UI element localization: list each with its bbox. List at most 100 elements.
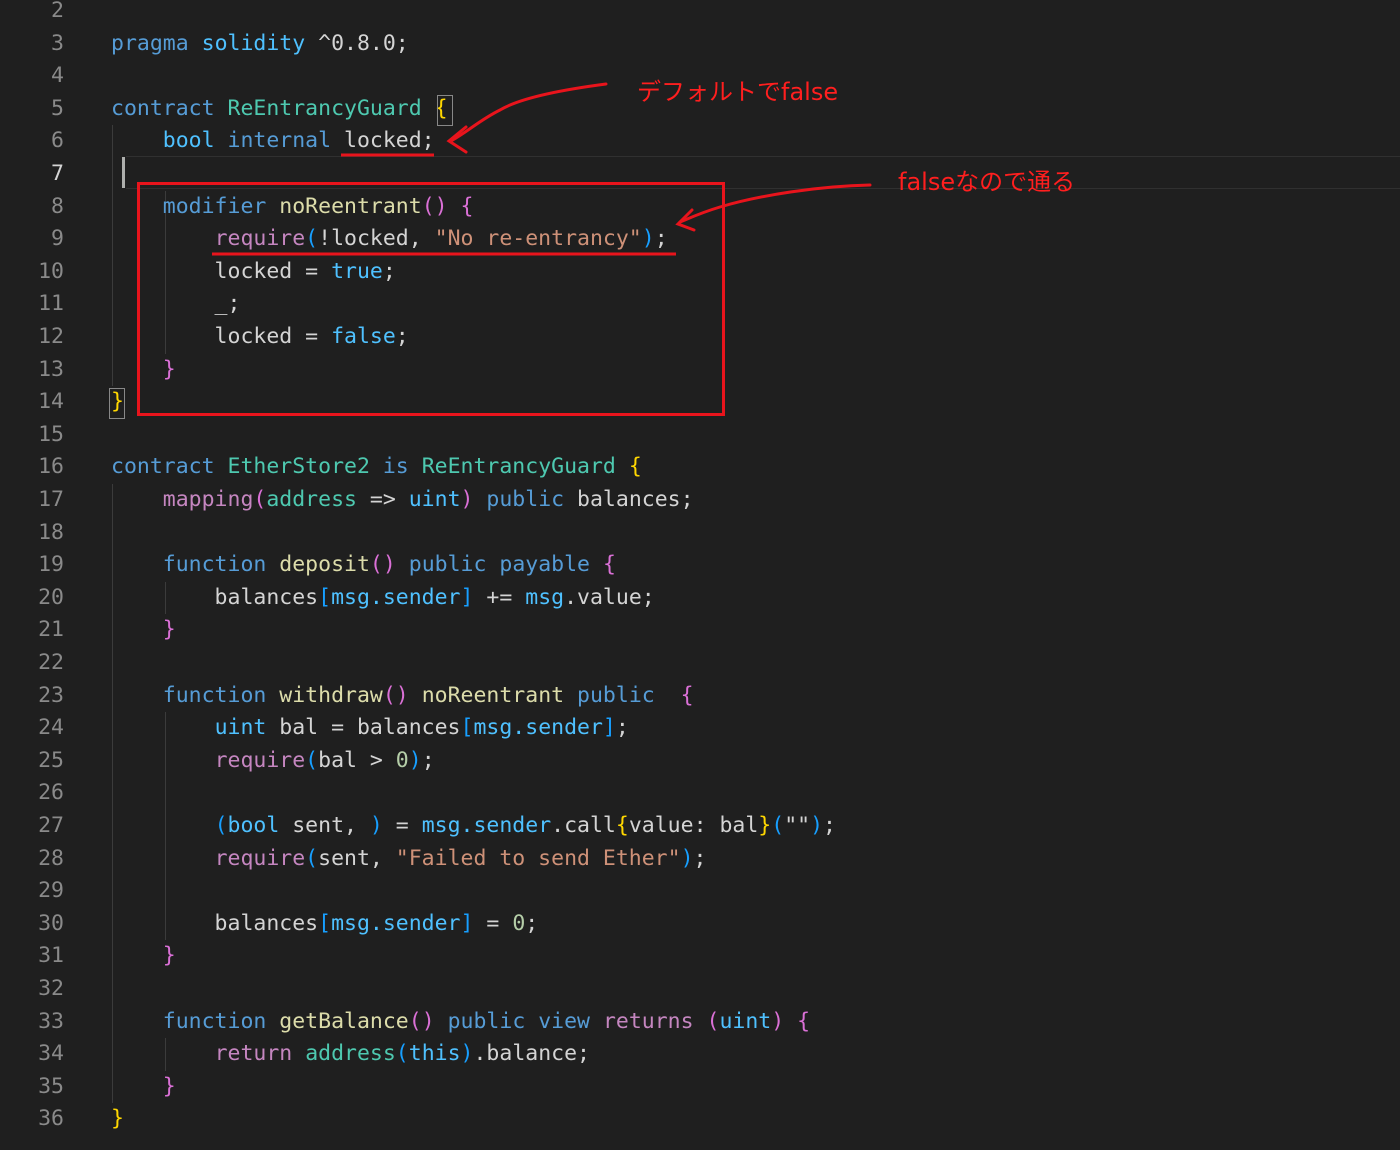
code-line[interactable]: 10 locked = true; bbox=[0, 256, 1400, 288]
code-token: balances; bbox=[564, 487, 694, 512]
code-token: { bbox=[460, 193, 474, 219]
code-token: () bbox=[408, 1008, 435, 1034]
code-line[interactable]: 8 modifier noReentrant() { bbox=[0, 191, 1400, 223]
code-line[interactable]: 7 bbox=[0, 158, 1400, 190]
code-token: () bbox=[369, 552, 396, 578]
code-token: sent, bbox=[279, 813, 370, 838]
code-token: () bbox=[382, 682, 409, 708]
code-token: public bbox=[577, 682, 655, 708]
code-line[interactable]: 30 balances[msg.sender] = 0; bbox=[0, 908, 1400, 940]
code-text: require(sent, "Failed to send Ether"); bbox=[111, 843, 707, 875]
code-line[interactable]: 21 } bbox=[0, 614, 1400, 646]
code-line[interactable]: 22 bbox=[0, 647, 1400, 679]
code-token: internal bbox=[227, 128, 332, 154]
line-number: 4 bbox=[51, 63, 64, 89]
line-number: 8 bbox=[51, 193, 64, 219]
code-line[interactable]: 27 (bool sent, ) = msg.sender.call{value… bbox=[0, 810, 1400, 842]
code-line[interactable]: 12 locked = false; bbox=[0, 321, 1400, 353]
code-token: ] bbox=[460, 910, 474, 936]
code-text: bool internal locked; bbox=[111, 125, 435, 157]
code-line[interactable]: 34 return address(this).balance; bbox=[0, 1038, 1400, 1070]
code-line[interactable]: 33 function getBalance() public view ret… bbox=[0, 1006, 1400, 1038]
bracket-match-open bbox=[437, 95, 453, 126]
code-line[interactable]: 20 balances[msg.sender] += msg.value; bbox=[0, 582, 1400, 614]
code-line[interactable]: 16 contract EtherStore2 is ReEntrancyGuar… bbox=[0, 451, 1400, 483]
code-editor[interactable]: 2 3 pragma solidity ^0.8.0; 4 5 contract ReEn… bbox=[0, 0, 1400, 1150]
code-token: balances bbox=[111, 910, 319, 936]
code-token: payable bbox=[499, 552, 590, 578]
line-number: 17 bbox=[38, 487, 64, 512]
line-number: 19 bbox=[38, 552, 64, 578]
code-text: locked = true; bbox=[111, 256, 396, 288]
line-number: 25 bbox=[38, 747, 64, 773]
code-line[interactable]: 18 bbox=[0, 517, 1400, 549]
code-token: ; bbox=[421, 747, 435, 773]
code-token: contract bbox=[111, 454, 215, 480]
code-token: is bbox=[382, 454, 409, 480]
code-token: "No re-entrancy" bbox=[434, 226, 642, 252]
code-token: ) bbox=[369, 813, 383, 838]
code-line[interactable]: 24 uint bal = balances[msg.sender]; bbox=[0, 712, 1400, 744]
code-text: } bbox=[111, 1103, 124, 1135]
line-number: 9 bbox=[51, 226, 64, 252]
code-line[interactable]: 13 } bbox=[0, 354, 1400, 386]
line-number: 22 bbox=[38, 650, 64, 675]
code-line[interactable]: 15 bbox=[0, 419, 1400, 451]
code-line[interactable]: 14} bbox=[0, 386, 1400, 418]
code-token: public bbox=[408, 552, 487, 578]
code-token: ( bbox=[395, 1041, 409, 1067]
code-token: { bbox=[680, 682, 694, 708]
text-cursor bbox=[122, 157, 125, 188]
code-text: pragma solidity ^0.8.0; bbox=[111, 28, 409, 60]
code-line[interactable]: 31 } bbox=[0, 940, 1400, 972]
code-line[interactable]: 26 bbox=[0, 777, 1400, 809]
code-line[interactable]: 35 } bbox=[0, 1071, 1400, 1103]
code-token: require bbox=[214, 747, 306, 773]
code-token: bal = balances bbox=[266, 715, 461, 741]
code-token: solidity bbox=[201, 30, 306, 56]
code-token: ReEntrancyGuard bbox=[227, 95, 422, 121]
code-token: [ bbox=[318, 584, 332, 610]
code-line[interactable]: 29 bbox=[0, 875, 1400, 907]
code-line[interactable]: 5 contract ReEntrancyGuard { bbox=[0, 93, 1400, 125]
code-line[interactable]: 11 _; bbox=[0, 288, 1400, 320]
code-token: bool bbox=[227, 813, 280, 838]
code-line[interactable]: 25 require(bal > 0); bbox=[0, 745, 1400, 777]
code-text: modifier noReentrant() { bbox=[111, 191, 474, 223]
code-line[interactable]: 17 mapping(address => uint) public balan… bbox=[0, 484, 1400, 516]
code-line[interactable]: 3 pragma solidity ^0.8.0; bbox=[0, 28, 1400, 60]
code-line[interactable]: 36} bbox=[0, 1103, 1400, 1135]
code-token: ; bbox=[615, 715, 629, 741]
line-number: 12 bbox=[38, 324, 64, 349]
code-line[interactable]: 9 require(!locked, "No re-entrancy"); bbox=[0, 223, 1400, 255]
code-text: _; bbox=[111, 288, 241, 320]
code-line[interactable]: 23 function withdraw() noReentrant publi… bbox=[0, 680, 1400, 712]
code-line[interactable]: 28 require(sent, "Failed to send Ether")… bbox=[0, 843, 1400, 875]
line-number: 2 bbox=[51, 0, 64, 23]
code-line[interactable]: 19 function deposit() public payable { bbox=[0, 549, 1400, 581]
code-line[interactable]: 2 bbox=[0, 0, 1400, 27]
code-token: require bbox=[214, 845, 306, 871]
code-line[interactable]: 4 bbox=[0, 60, 1400, 92]
code-line[interactable]: 6 bool internal locked; bbox=[0, 125, 1400, 157]
code-token: ) bbox=[460, 487, 474, 512]
code-token: function bbox=[162, 552, 267, 578]
code-line[interactable]: 32 bbox=[0, 973, 1400, 1005]
code-text: balances[msg.sender] = 0; bbox=[111, 908, 539, 940]
code-token: ) bbox=[680, 845, 694, 871]
line-number: 23 bbox=[38, 682, 64, 708]
line-number: 31 bbox=[38, 943, 64, 969]
code-token: ( bbox=[305, 747, 319, 773]
